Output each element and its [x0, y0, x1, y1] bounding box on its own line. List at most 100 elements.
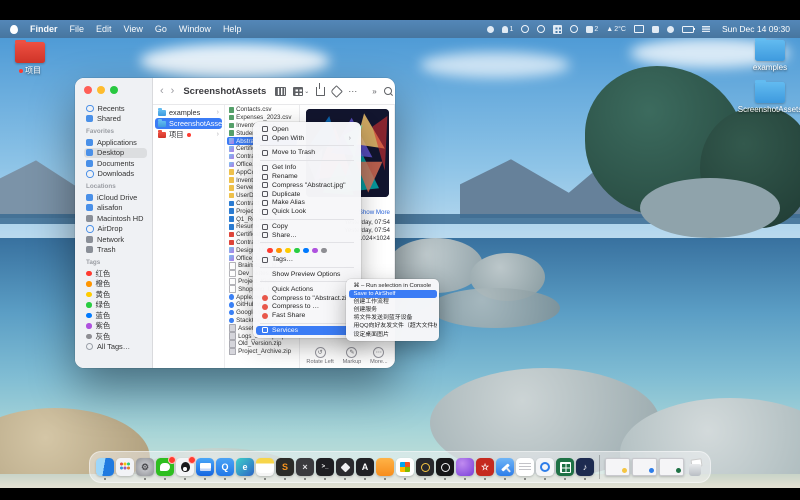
- sidebar-item-alisafon[interactable]: alisafon: [84, 203, 147, 214]
- file-row[interactable]: Expenses_2023.csv: [227, 114, 297, 122]
- menu-bar-clock[interactable]: Sun Dec 14 09:30: [722, 24, 790, 34]
- toggle-status-icon[interactable]: [487, 26, 494, 33]
- sublime-text-app[interactable]: S: [276, 458, 294, 476]
- menu-item-move-to-trash[interactable]: Move to Trash: [256, 149, 358, 158]
- sidebar-item--[interactable]: 蓝色: [84, 310, 147, 321]
- sync-status-icon[interactable]: [521, 25, 529, 33]
- file-row[interactable]: Old_Version.zip: [227, 340, 297, 348]
- window-thumb[interactable]: [659, 458, 684, 476]
- purple-app[interactable]: [456, 458, 474, 476]
- menu-item-compress-to-abstract-zip[interactable]: Compress to "Abstract.zip": [256, 294, 358, 303]
- mail-app[interactable]: [196, 458, 214, 476]
- tag-color-dot[interactable]: [321, 248, 327, 254]
- xcode-app[interactable]: [496, 458, 514, 476]
- back-button[interactable]: ‹: [160, 86, 164, 97]
- group-by-icon[interactable]: ⌄: [293, 87, 309, 96]
- menu-item-quick-actions[interactable]: Quick Actions›: [256, 285, 358, 294]
- file-row[interactable]: Project_Archive.zip: [227, 348, 297, 356]
- search-icon[interactable]: [384, 87, 392, 95]
- tag-color-dot[interactable]: [276, 248, 282, 254]
- cube-app[interactable]: [336, 458, 354, 476]
- sidebar-item--[interactable]: 红色: [84, 268, 147, 279]
- menu-edit[interactable]: Edit: [96, 24, 112, 34]
- menu-item-compress-abstract-jpg[interactable]: Compress "Abstract.jpg": [256, 181, 358, 190]
- toolbar-overflow-icon[interactable]: »: [372, 87, 376, 96]
- excel-app[interactable]: [556, 458, 574, 476]
- utility-app[interactable]: ×: [296, 458, 314, 476]
- sidebar-item-downloads[interactable]: Downloads: [84, 169, 147, 180]
- service-item-设定桌面图片[interactable]: 设定桌面图片: [349, 331, 437, 339]
- close-button[interactable]: [84, 86, 92, 94]
- tag-color-dot[interactable]: [303, 248, 309, 254]
- tag-icon[interactable]: [332, 87, 341, 96]
- music-app[interactable]: ♪: [576, 458, 594, 476]
- sidebar-item-network[interactable]: Network: [84, 234, 147, 245]
- screenshot-status-icon[interactable]: [652, 26, 659, 33]
- sidebar-item-icloud-drive[interactable]: iCloud Drive: [84, 192, 147, 203]
- weather-status-icon[interactable]: ▲2°C: [606, 26, 626, 33]
- sidebar-item--[interactable]: 橙色: [84, 279, 147, 290]
- red-star-app[interactable]: ☆: [476, 458, 494, 476]
- sidebar-item-documents[interactable]: Documents: [84, 158, 147, 169]
- settings-app[interactable]: ⚙: [136, 458, 154, 476]
- more-actions-icon[interactable]: ⋯: [348, 86, 358, 97]
- sidebar-item-recents[interactable]: Recents: [84, 103, 147, 114]
- list-status-icon[interactable]: [702, 26, 710, 32]
- microsoft-app[interactable]: [396, 458, 414, 476]
- sidebar-item-trash[interactable]: Trash: [84, 245, 147, 256]
- chat-status-icon[interactable]: [667, 26, 674, 33]
- quicktime-app[interactable]: [536, 458, 554, 476]
- sidebar-item-all-tags-[interactable]: All Tags…: [84, 342, 147, 353]
- menu-item-open-with[interactable]: Open With›: [256, 134, 358, 143]
- folder-row--[interactable]: 项目›: [155, 129, 222, 140]
- orange-app[interactable]: [376, 458, 394, 476]
- desktop-folder-project[interactable]: 项目: [2, 42, 58, 76]
- tag-color-dot[interactable]: [267, 248, 273, 254]
- notes-app[interactable]: [256, 458, 274, 476]
- apple-menu-icon[interactable]: [10, 25, 18, 34]
- menu-finder[interactable]: Finder: [30, 24, 58, 34]
- search-status-icon[interactable]: [537, 25, 545, 33]
- tag-color-dot[interactable]: [294, 248, 300, 254]
- service-item-用qq向好友发文件-超大文件极速传输[interactable]: 用QQ向好友发文件（超大文件极速传输）: [349, 322, 437, 330]
- finder-app[interactable]: [96, 458, 114, 476]
- tag-color-picker[interactable]: [253, 246, 361, 256]
- sidebar-item--[interactable]: 绿色: [84, 300, 147, 311]
- rotate-left-button[interactable]: ↺Rotate Left: [306, 347, 333, 366]
- menu-item-tags[interactable]: Tags…: [256, 255, 358, 264]
- sidebar-item-applications[interactable]: Applications: [84, 137, 147, 148]
- menu-item-share[interactable]: Share…: [256, 231, 358, 240]
- service-item-run-selection-in-console[interactable]: ⌘ – Run selection in Console: [349, 282, 437, 290]
- tag-color-dot[interactable]: [285, 248, 291, 254]
- menu-item-copy[interactable]: Copy: [256, 222, 358, 231]
- minimize-button[interactable]: [97, 86, 105, 94]
- desktop-folder-screenshotassets[interactable]: ScreenshotAssets: [742, 82, 798, 114]
- more-button[interactable]: ⋯More...: [370, 347, 387, 366]
- sidebar-item--[interactable]: 紫色: [84, 321, 147, 332]
- terminal-app[interactable]: >_: [316, 458, 334, 476]
- battery-status-icon[interactable]: [682, 26, 694, 33]
- column-view-icon[interactable]: [275, 87, 286, 96]
- share-icon[interactable]: [316, 87, 325, 96]
- trash[interactable]: [686, 458, 704, 476]
- menu-item-show-preview-options[interactable]: Show Preview Options: [256, 270, 358, 279]
- forward-button[interactable]: ›: [171, 86, 175, 97]
- tag-color-dot[interactable]: [312, 248, 318, 254]
- a-editor-app[interactable]: A: [356, 458, 374, 476]
- menu-item-open[interactable]: Open: [256, 125, 358, 134]
- display-status-icon[interactable]: [634, 25, 644, 33]
- sidebar-item-airdrop[interactable]: AirDrop: [84, 224, 147, 235]
- sidebar-item--[interactable]: 灰色: [84, 331, 147, 342]
- file-row[interactable]: Contacts.csv: [227, 106, 297, 114]
- folder-row-ScreenshotAssets[interactable]: ScreenshotAssets›: [155, 118, 222, 129]
- menu-item-quick-look[interactable]: Quick Look: [256, 207, 358, 216]
- sidebar-item--[interactable]: 黄色: [84, 289, 147, 300]
- keys-status-icon[interactable]: 2: [586, 26, 598, 33]
- record-app[interactable]: [436, 458, 454, 476]
- menu-file[interactable]: File: [70, 24, 85, 34]
- menu-window[interactable]: Window: [179, 24, 211, 34]
- document-thumb[interactable]: [605, 458, 630, 476]
- menu-item-rename[interactable]: Rename: [256, 172, 358, 181]
- window-thumb[interactable]: [632, 458, 657, 476]
- service-item-save-to-airshelf[interactable]: Save to AirShelf: [349, 290, 437, 298]
